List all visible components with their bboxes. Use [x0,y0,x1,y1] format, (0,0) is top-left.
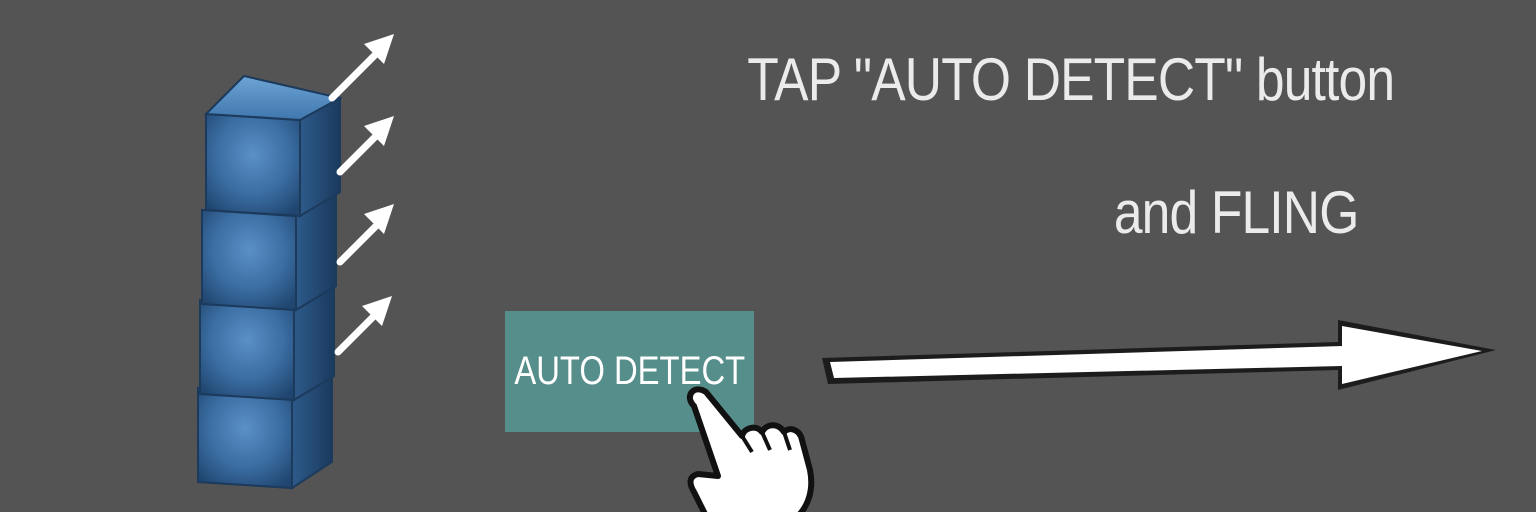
tutorial-screen: TAP "AUTO DETECT" button and FLING AUTO … [0,0,1536,512]
instruction-line-2: and FLING [1113,179,1359,246]
instruction-line-1: TAP "AUTO DETECT" button [747,46,1395,113]
up-right-arrow-icon [336,116,394,176]
cube-1 [203,74,343,218]
up-right-arrow-icon [334,296,392,356]
auto-detect-button[interactable]: AUTO DETECT [505,311,754,432]
fling-right-arrow-icon [822,320,1496,390]
cube-stack-icon [197,74,343,490]
up-right-arrow-icon [336,204,394,266]
auto-detect-button-label: AUTO DETECT [514,349,745,393]
up-right-arrow-icon [328,34,394,102]
